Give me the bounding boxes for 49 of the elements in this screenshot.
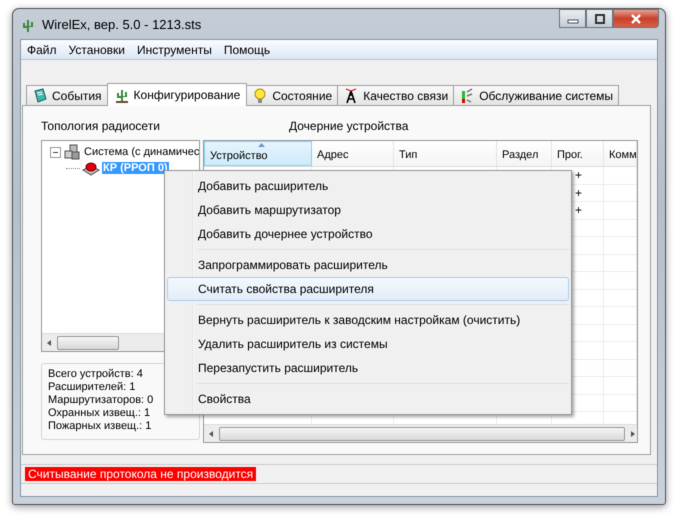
menu-item[interactable]: Считать свойства расширителя bbox=[167, 277, 569, 301]
menu-item[interactable]: Удалить расширитель из системы bbox=[167, 332, 569, 356]
summary-line: Охранных извещ.: 1 bbox=[48, 407, 152, 420]
scroll-left-icon[interactable] bbox=[47, 340, 51, 346]
menu-item[interactable]: Файл bbox=[21, 42, 63, 56]
section-title: Дочерние устройства bbox=[289, 119, 410, 133]
menu-item[interactable]: Запрограммировать расширитель bbox=[167, 253, 569, 277]
cactus-icon bbox=[114, 87, 130, 103]
tab[interactable]: Состояние bbox=[246, 85, 338, 105]
cactus-icon bbox=[20, 17, 36, 33]
minimize-button[interactable] bbox=[559, 9, 586, 28]
column-header[interactable]: Тип bbox=[394, 141, 497, 166]
menu-item[interactable]: Перезапустить расширитель bbox=[167, 356, 569, 380]
window-title: WirelEx, вер. 5.0 - 1213.sts bbox=[42, 17, 202, 32]
menu-item[interactable]: Добавить дочернее устройство bbox=[167, 222, 569, 246]
summary-line: Пожарных извещ.: 1 bbox=[48, 420, 152, 433]
close-button[interactable] bbox=[613, 9, 659, 28]
bulb-icon bbox=[252, 88, 268, 104]
column-header[interactable]: Устройство bbox=[204, 141, 312, 166]
horizontal-scrollbar[interactable] bbox=[204, 424, 637, 442]
column-header[interactable]: Прог. bbox=[552, 141, 604, 166]
summary-line: Маршрутизаторов: 0 bbox=[48, 394, 154, 407]
menu-item[interactable]: Свойства bbox=[167, 387, 569, 411]
scroll-right-icon[interactable] bbox=[631, 430, 635, 436]
scroll-left-icon[interactable] bbox=[209, 430, 213, 436]
column-header[interactable]: Адрес bbox=[312, 141, 394, 166]
cubes-icon bbox=[63, 144, 81, 160]
tab[interactable]: Конфигурирование bbox=[106, 83, 248, 106]
summary-line: Всего устройств: 4 bbox=[48, 368, 144, 381]
menu-item[interactable]: Инструменты bbox=[131, 42, 218, 56]
menu-item[interactable]: Вернуть расширитель к заводским настройкам (очистить) bbox=[167, 308, 569, 332]
column-header[interactable]: Комм bbox=[604, 141, 637, 166]
tree-item[interactable]: Система (с динамичес bbox=[83, 146, 199, 158]
menu-item[interactable]: Помощь bbox=[218, 42, 276, 56]
tab[interactable]: Качество связи bbox=[337, 85, 454, 105]
section-title: Топология радиосети bbox=[41, 119, 161, 133]
maximize-icon bbox=[594, 14, 606, 24]
summary-line: Расширителей: 1 bbox=[48, 381, 136, 394]
menu-item[interactable]: Установки bbox=[62, 42, 131, 56]
alarm-button-icon bbox=[82, 160, 100, 176]
close-icon bbox=[630, 14, 642, 24]
tab[interactable]: Обслуживание системы bbox=[453, 85, 620, 105]
maximize-button[interactable] bbox=[586, 9, 613, 28]
tab[interactable]: События bbox=[26, 85, 108, 105]
status-message: Считывание протокола не производится bbox=[25, 467, 256, 481]
collapse-toggle[interactable] bbox=[50, 146, 61, 158]
column-header[interactable]: Раздел bbox=[497, 141, 552, 166]
book-icon bbox=[32, 88, 48, 104]
sort-arrow-icon bbox=[258, 143, 265, 147]
